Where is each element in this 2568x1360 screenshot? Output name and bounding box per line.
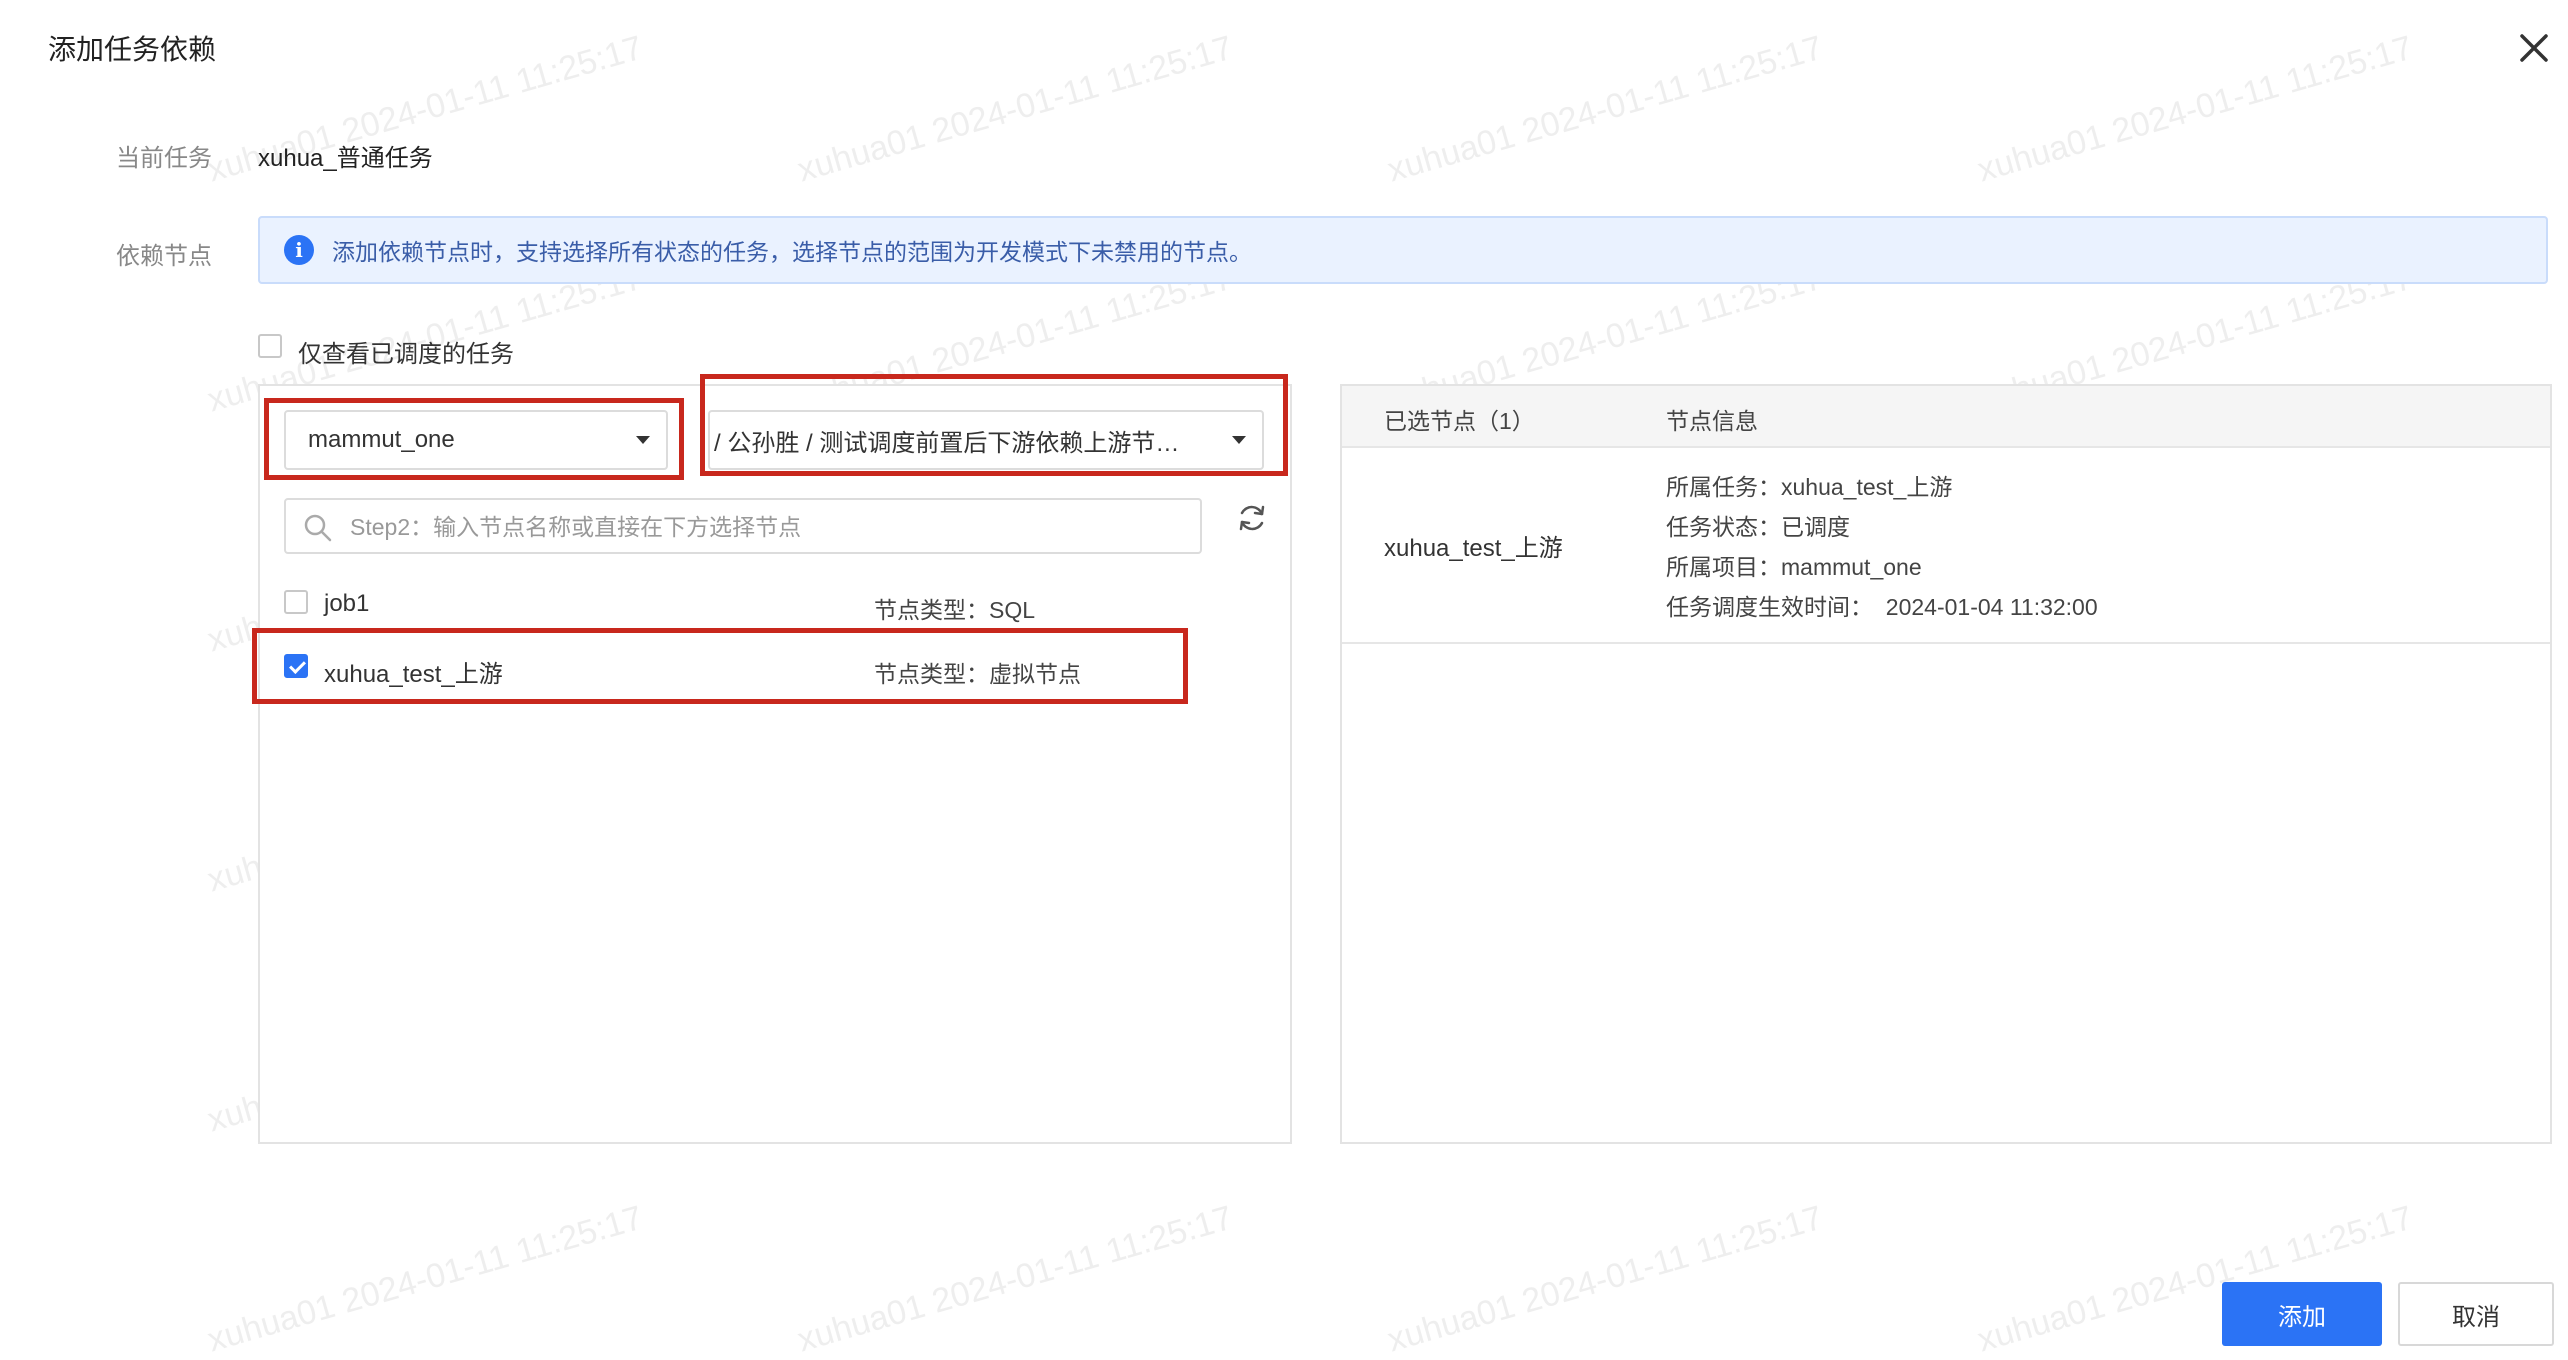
search-icon	[304, 514, 332, 542]
col-node-info: 节点信息	[1666, 408, 1758, 434]
dialog-title: 添加任务依赖	[48, 34, 217, 65]
current-task-value: xuhua_普通任务	[258, 145, 433, 172]
node-search-input[interactable]	[348, 500, 1186, 554]
only-scheduled-label: 仅查看已调度的任务	[298, 341, 514, 368]
list-item[interactable]: job1 节点类型：SQL	[284, 586, 1184, 626]
watermark-text: xuhua01 2024-01-11 11:25:17	[1973, 28, 2417, 190]
info-task: 所属任务：xuhua_test_上游	[1666, 474, 1953, 500]
selected-nodes-panel: 已选节点（1） 节点信息 xuhua_test_上游 所属任务：xuhua_te…	[1340, 384, 2552, 1144]
highlight-box-selected-node	[252, 628, 1188, 704]
node-search-field[interactable]	[284, 498, 1202, 554]
info-effective-time: 任务调度生效时间： 2024-01-04 11:32:00	[1666, 594, 2098, 620]
col-selected-nodes: 已选节点（1）	[1384, 408, 1535, 434]
notice-alert: i 添加依赖节点时，支持选择所有状态的任务，选择节点的范围为开发模式下未禁用的节…	[258, 216, 2548, 284]
watermark-text: xuhua01 2024-01-11 11:25:17	[1383, 1198, 1827, 1360]
watermark-text: xuhua01 2024-01-11 11:25:17	[1383, 28, 1827, 190]
highlight-box-path	[700, 374, 1288, 476]
cancel-button[interactable]: 取消	[2398, 1282, 2554, 1346]
selected-table-header: 已选节点（1） 节点信息	[1342, 386, 2550, 448]
watermark-text: xuhua01 2024-01-11 11:25:17	[793, 1198, 1237, 1360]
notice-text: 添加依赖节点时，支持选择所有状态的任务，选择节点的范围为开发模式下未禁用的节点。	[332, 239, 1252, 265]
highlight-box-project	[264, 398, 684, 480]
info-icon: i	[284, 235, 314, 265]
info-project: 所属项目：mammut_one	[1666, 554, 1922, 580]
close-icon[interactable]	[2512, 26, 2556, 70]
node-type: 节点类型：SQL	[874, 597, 1036, 623]
add-button[interactable]: 添加	[2222, 1282, 2382, 1346]
table-row: xuhua_test_上游 所属任务：xuhua_test_上游 任务状态：已调…	[1342, 446, 2550, 644]
watermark-text: xuhua01 2024-01-11 11:25:17	[793, 28, 1237, 190]
node-checkbox[interactable]	[284, 590, 308, 614]
dependency-label: 依赖节点	[116, 243, 212, 270]
selected-node-name: xuhua_test_上游	[1384, 535, 1563, 562]
current-task-label: 当前任务	[116, 145, 212, 172]
info-status: 任务状态：已调度	[1666, 514, 1850, 540]
node-name: job1	[324, 590, 370, 617]
only-scheduled-checkbox[interactable]	[258, 334, 282, 358]
refresh-icon[interactable]	[1234, 500, 1270, 536]
watermark-text: xuhua01 2024-01-11 11:25:17	[203, 1198, 647, 1360]
